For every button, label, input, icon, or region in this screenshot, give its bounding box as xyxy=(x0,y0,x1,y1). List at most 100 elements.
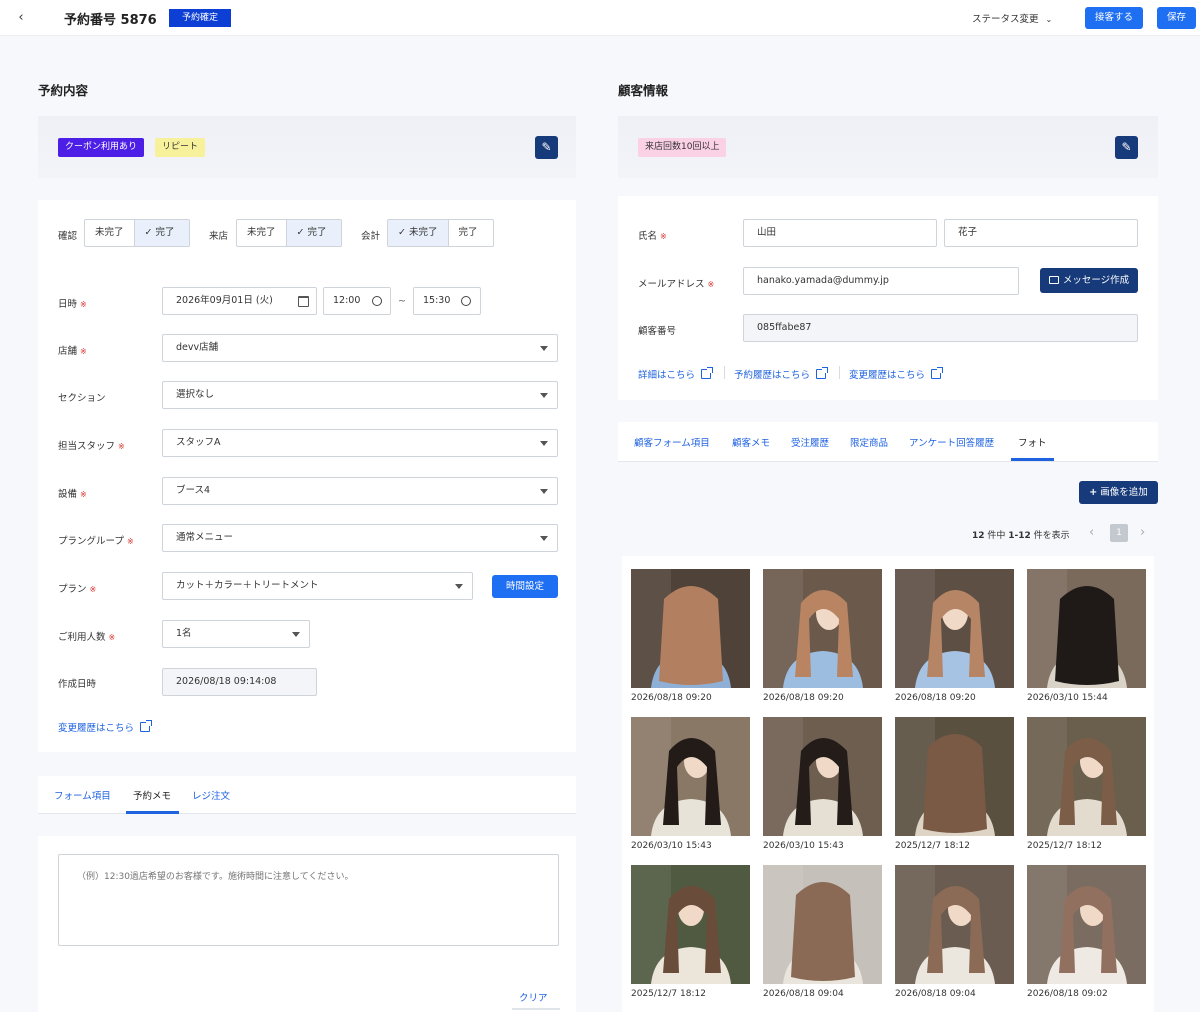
pagination-mid: 件中 xyxy=(984,531,1009,541)
external-link-icon xyxy=(931,367,944,379)
required-mark: ※ xyxy=(80,490,87,499)
date-input[interactable]: 2026年09月01日 (火) xyxy=(162,287,317,315)
email-label: メールアドレス ※ xyxy=(638,276,714,290)
reservation-history-link[interactable]: 変更履歴はこちら xyxy=(58,720,153,734)
section-select-value: 選択なし xyxy=(176,389,215,400)
tab-order-history[interactable]: 受注履歴 xyxy=(791,435,829,449)
photo-image xyxy=(631,865,750,984)
tab-limited-products[interactable]: 限定商品 xyxy=(850,435,888,449)
photo-date: 2025/12/7 18:12 xyxy=(1027,841,1102,851)
clear-button[interactable]: クリア xyxy=(519,990,548,1004)
edit-customer-tags-button[interactable]: ✎ xyxy=(1115,136,1138,159)
photo-date: 2026/08/18 09:20 xyxy=(631,693,712,703)
customer-photo[interactable] xyxy=(895,717,1014,836)
photo-image xyxy=(1027,569,1146,688)
message-button[interactable]: メッセージ作成 xyxy=(1040,268,1138,293)
tab-reservation-memo[interactable]: 予約メモ xyxy=(133,788,171,802)
repeat-tag: リピート xyxy=(155,138,206,157)
customer-photo[interactable] xyxy=(895,569,1014,688)
tab-register-order[interactable]: レジ注文 xyxy=(192,788,230,802)
tab-photo[interactable]: フォト xyxy=(1018,435,1047,449)
store-label-text: 店舗 xyxy=(58,346,78,357)
last-name-input[interactable]: 山田 xyxy=(743,219,937,247)
plus-icon: + xyxy=(1089,487,1098,498)
tab-customer-form[interactable]: 顧客フォーム項目 xyxy=(634,435,710,449)
caret-down-icon xyxy=(292,632,300,637)
required-mark: ※ xyxy=(118,442,125,451)
customer-photo[interactable] xyxy=(763,865,882,984)
required-mark: ※ xyxy=(89,585,97,594)
store-select[interactable]: devv店舗 xyxy=(162,334,558,362)
confirm-toggle[interactable]: 未完了 ✓ 完了 xyxy=(84,219,190,247)
external-link-icon xyxy=(140,720,153,732)
people-label-text: ご利用人数 xyxy=(58,632,106,643)
staff-select[interactable]: スタッフA xyxy=(162,429,558,457)
pagination-range: 1-12 xyxy=(1008,531,1031,541)
plan-group-label-text: プラングループ xyxy=(58,536,124,547)
customer-photo[interactable] xyxy=(631,717,750,836)
add-image-button[interactable]: + 画像を追加 xyxy=(1079,481,1158,504)
people-select-value: 1名 xyxy=(176,628,192,639)
customer-photo[interactable] xyxy=(631,569,750,688)
visit-incomplete-option[interactable]: 未完了 xyxy=(237,220,286,246)
customer-photo[interactable] xyxy=(1027,717,1146,836)
equipment-select[interactable]: ブース4 xyxy=(162,477,558,505)
datetime-label: 日時 ※ xyxy=(58,296,87,310)
name-label: 氏名 ※ xyxy=(638,228,667,242)
reservation-history-link-text: 変更履歴はこちら xyxy=(58,723,135,734)
tab-customer-memo[interactable]: 顧客メモ xyxy=(732,435,770,449)
prev-page-icon[interactable]: ‹ xyxy=(1089,525,1094,540)
tab-survey-history[interactable]: アンケート回答履歴 xyxy=(909,435,994,449)
edit-reservation-tags-button[interactable]: ✎ xyxy=(535,136,558,159)
message-button-label: メッセージ作成 xyxy=(1062,275,1130,286)
photo-date: 2025/12/7 18:12 xyxy=(895,841,970,851)
visit-toggle[interactable]: 未完了 ✓ 完了 xyxy=(236,219,342,247)
change-history-link-customer-text: 変更履歴はこちら xyxy=(849,370,926,381)
photo-date: 2026/03/10 15:44 xyxy=(1027,693,1108,703)
chevron-left-icon[interactable]: ‹ xyxy=(14,10,28,26)
caret-down-icon xyxy=(540,393,548,398)
next-page-icon[interactable]: › xyxy=(1140,525,1145,540)
payment-toggle[interactable]: ✓ 未完了 完了 xyxy=(387,219,494,247)
email-input[interactable]: hanako.yamada@dummy.jp xyxy=(743,267,1019,295)
payment-incomplete-label: 未完了 xyxy=(408,227,438,238)
customer-photo[interactable] xyxy=(631,865,750,984)
customer-photo[interactable] xyxy=(1027,569,1146,688)
reservation-history-link-customer[interactable]: 予約履歴はこちら xyxy=(734,367,829,381)
people-label: ご利用人数 ※ xyxy=(58,629,115,643)
customer-photo[interactable] xyxy=(763,717,882,836)
first-name-input[interactable]: 花子 xyxy=(944,219,1138,247)
plan-select[interactable]: カット＋カラー＋トリートメント xyxy=(162,572,473,600)
visit-label: 来店 xyxy=(209,231,229,242)
external-link-icon xyxy=(816,367,829,379)
page-1-button[interactable]: 1 xyxy=(1110,524,1128,542)
save-button[interactable]: 保存 xyxy=(1157,7,1196,29)
payment-incomplete-option[interactable]: ✓ 未完了 xyxy=(388,220,449,246)
change-history-link-customer[interactable]: 変更履歴はこちら xyxy=(849,367,944,381)
people-select[interactable]: 1名 xyxy=(162,620,310,648)
status-change-dropdown[interactable]: ステータス変更 ⌄ xyxy=(972,11,1052,25)
photo-date: 2026/03/10 15:43 xyxy=(763,841,844,851)
confirm-complete-option[interactable]: ✓ 完了 xyxy=(133,220,189,246)
plan-group-select[interactable]: 通常メニュー xyxy=(162,524,558,552)
customer-photo[interactable] xyxy=(763,569,882,688)
status-badge: 予約確定 xyxy=(169,9,232,27)
time-setting-button[interactable]: 時間設定 xyxy=(492,575,558,598)
visit-complete-option[interactable]: ✓ 完了 xyxy=(285,220,341,246)
clock-icon xyxy=(461,296,471,306)
memo-textarea[interactable] xyxy=(58,854,559,946)
required-mark: ※ xyxy=(660,232,667,241)
tab-form-items[interactable]: フォーム項目 xyxy=(54,788,111,802)
pagination-end: 件を表示 xyxy=(1030,531,1070,541)
page-title: 予約番号 5876 xyxy=(64,13,157,28)
section-select[interactable]: 選択なし xyxy=(162,381,558,409)
confirm-incomplete-option[interactable]: 未完了 xyxy=(85,220,134,246)
customer-detail-link[interactable]: 詳細はこちら xyxy=(638,367,714,381)
visit-complete-label: 完了 xyxy=(307,227,327,238)
checkout-button[interactable]: 接客する xyxy=(1085,7,1143,29)
caret-down-icon xyxy=(540,536,548,541)
customer-photo[interactable] xyxy=(895,865,1014,984)
customer-photo[interactable] xyxy=(1027,865,1146,984)
photo-image xyxy=(763,865,882,984)
payment-complete-option[interactable]: 完了 xyxy=(449,220,488,246)
